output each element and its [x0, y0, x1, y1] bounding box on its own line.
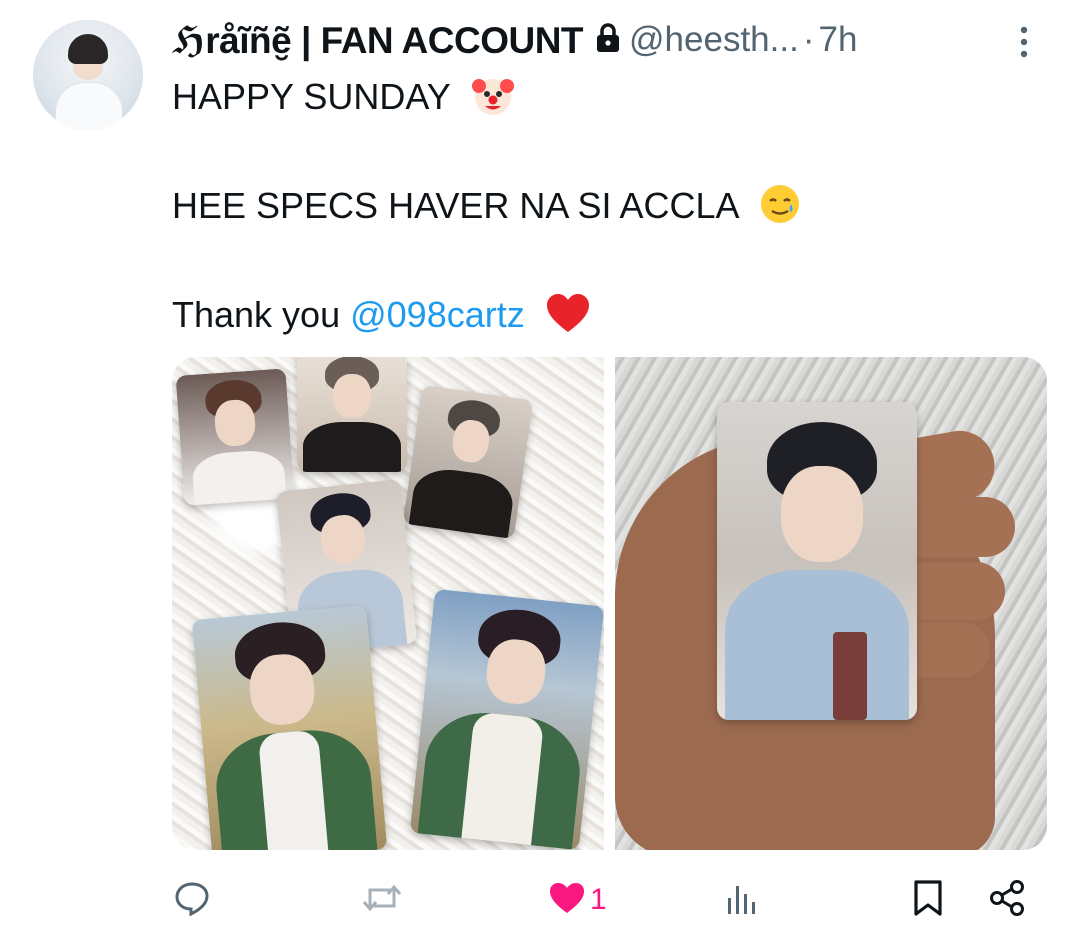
- photocard: [297, 357, 407, 472]
- avatar-hair: [68, 34, 108, 64]
- tweet-text: HEE SPECS HAVER NA SI ACCLA: [172, 185, 738, 227]
- media-image-collage[interactable]: [172, 357, 604, 850]
- avatar-shirt: [55, 82, 123, 130]
- tweet-text-line-2: HEE SPECS HAVER NA SI ACCLA: [172, 182, 802, 235]
- photocard: [717, 402, 917, 720]
- avatar[interactable]: [33, 20, 143, 130]
- tweet-text-line-3: Thank you @098cartz: [172, 292, 591, 343]
- tweet-time[interactable]: 7h: [818, 20, 857, 60]
- media-image-hand-photocard[interactable]: [615, 357, 1047, 850]
- like-button[interactable]: 1: [548, 870, 607, 930]
- smiling-face-with-tear-emoji: [758, 182, 802, 235]
- heart-filled-icon: [548, 881, 586, 920]
- photocard: [191, 604, 388, 850]
- action-bar: 1: [0, 870, 1080, 930]
- bookmark-button[interactable]: [912, 870, 944, 930]
- share-button[interactable]: [988, 870, 1026, 930]
- lock-icon: [595, 22, 621, 58]
- tweet-text: HAPPY SUNDAY: [172, 76, 451, 118]
- tweet-text: Thank you: [172, 294, 351, 336]
- views-icon: [726, 880, 756, 921]
- more-options-icon[interactable]: [1012, 20, 1036, 64]
- tweet-text-line-1: HAPPY SUNDAY: [172, 72, 516, 127]
- reply-button[interactable]: [174, 870, 210, 930]
- tweet-header: ℌråĩñẽ̮ | FAN ACCOUNT @heesth... · 7h: [172, 16, 857, 64]
- clown-face-emoji: [470, 72, 516, 127]
- author-handle[interactable]: @heesth...: [629, 20, 799, 60]
- photocard: [175, 368, 295, 506]
- bookmark-icon: [912, 879, 944, 922]
- share-icon: [988, 879, 1026, 922]
- retweet-icon: [362, 880, 402, 921]
- reply-icon: [174, 880, 210, 921]
- red-heart-emoji: [545, 292, 591, 343]
- photocard: [402, 384, 534, 540]
- views-button[interactable]: [726, 870, 756, 930]
- separator-dot: ·: [802, 20, 815, 59]
- mention-link[interactable]: @098cartz: [350, 294, 525, 335]
- author-name[interactable]: ℌråĩñẽ̮ | FAN ACCOUNT: [172, 19, 584, 62]
- photocard: [409, 588, 604, 850]
- retweet-button[interactable]: [362, 870, 402, 930]
- like-count: 1: [590, 883, 607, 916]
